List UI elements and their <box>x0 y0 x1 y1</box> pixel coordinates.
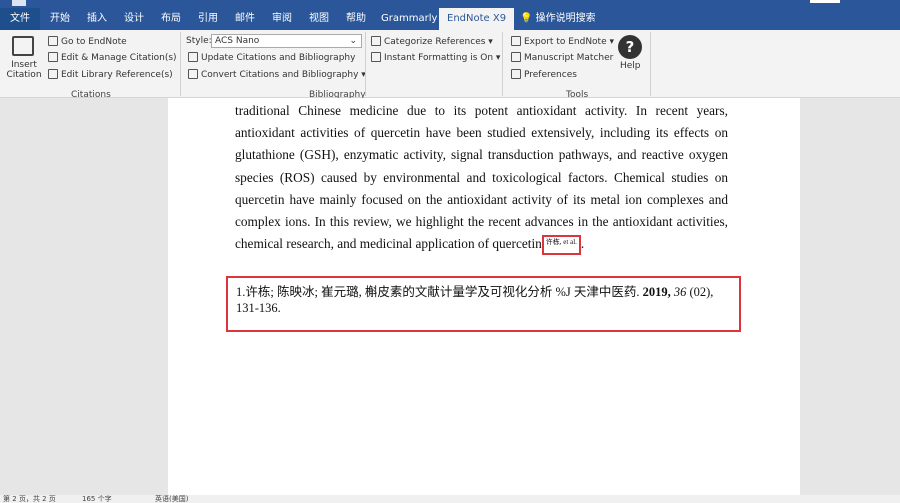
tell-me-search[interactable]: 💡 操作说明搜索 <box>512 8 604 30</box>
document-page[interactable]: traditional Chinese medicine due to its … <box>168 98 800 495</box>
tab-layout[interactable]: 布局 <box>153 8 189 30</box>
categorize-icon <box>371 36 381 46</box>
endnote-icon <box>48 36 58 46</box>
library-icon <box>48 69 58 79</box>
export-icon <box>511 36 521 46</box>
document-paragraph[interactable]: traditional Chinese medicine due to its … <box>235 100 728 256</box>
sliders-icon <box>511 69 521 79</box>
tab-file[interactable]: 文件 <box>0 8 40 30</box>
save-icon[interactable] <box>12 0 26 6</box>
convert-icon <box>188 69 198 79</box>
divider <box>180 32 181 96</box>
help-button[interactable]: Help <box>620 61 641 71</box>
citations-group-label: Citations <box>71 90 111 100</box>
tab-view[interactable]: 视图 <box>301 8 337 30</box>
go-to-endnote-button[interactable]: Go to EndNote <box>48 36 127 47</box>
tab-references[interactable]: 引用 <box>190 8 226 30</box>
lightbulb-icon: 💡 <box>520 13 536 24</box>
preferences-button[interactable]: Preferences <box>511 69 577 80</box>
tab-endnote[interactable]: EndNote X9 <box>439 8 515 30</box>
edit-library-reference-button[interactable]: Edit Library Reference(s) <box>48 69 173 80</box>
instant-formatting-button[interactable]: Instant Formatting is On ▾ <box>371 52 500 63</box>
chevron-down-icon: ⌄ <box>349 36 357 46</box>
word-count[interactable]: 165 个字 <box>82 495 112 503</box>
style-dropdown[interactable]: ACS Nano ⌄ <box>211 34 362 48</box>
divider <box>502 32 503 96</box>
convert-citations-button[interactable]: Convert Citations and Bibliography ▾ <box>188 69 366 80</box>
bibliography-entry[interactable]: 1.许栋; 陈映冰; 崔元璐, 槲皮素的文献计量学及可视化分析 %J 天津中医药… <box>226 276 741 332</box>
tab-help[interactable]: 帮助 <box>338 8 374 30</box>
language[interactable]: 英语(美国) <box>155 495 188 503</box>
tab-home[interactable]: 开始 <box>42 8 78 30</box>
ribbon: Insert Citation Go to EndNote Edit & Man… <box>0 30 900 100</box>
divider <box>650 32 651 96</box>
tab-design[interactable]: 设计 <box>116 8 152 30</box>
matcher-icon <box>511 52 521 62</box>
insert-citation-icon <box>12 36 34 56</box>
tab-review[interactable]: 审阅 <box>264 8 300 30</box>
update-icon <box>188 52 198 62</box>
export-to-endnote-button[interactable]: Export to EndNote ▾ <box>511 36 614 47</box>
formatting-icon <box>371 52 381 62</box>
tab-insert[interactable]: 插入 <box>79 8 115 30</box>
help-icon[interactable]: ? <box>618 35 642 59</box>
window-control[interactable] <box>810 0 840 3</box>
title-bar: 文件 开始 插入 设计 布局 引用 邮件 审阅 视图 帮助 Grammarly … <box>0 0 900 30</box>
manuscript-matcher-button[interactable]: Manuscript Matcher <box>511 52 613 63</box>
tab-mailings[interactable]: 邮件 <box>227 8 263 30</box>
citation-field[interactable]: 许栋, et al. <box>541 235 581 256</box>
edit-manage-citations-button[interactable]: Edit & Manage Citation(s) <box>48 52 177 63</box>
style-label: Style: <box>186 36 212 46</box>
status-bar: 第 2 页，共 2 页 165 个字 英语(美国) <box>0 495 900 503</box>
update-citations-button[interactable]: Update Citations and Bibliography <box>188 52 355 63</box>
page-count[interactable]: 第 2 页，共 2 页 <box>3 495 56 503</box>
insert-citation-button[interactable]: Insert Citation <box>4 60 44 80</box>
categorize-references-button[interactable]: Categorize References ▾ <box>371 36 493 47</box>
tab-grammarly[interactable]: Grammarly <box>373 8 445 30</box>
edit-icon <box>48 52 58 62</box>
divider <box>365 32 366 96</box>
